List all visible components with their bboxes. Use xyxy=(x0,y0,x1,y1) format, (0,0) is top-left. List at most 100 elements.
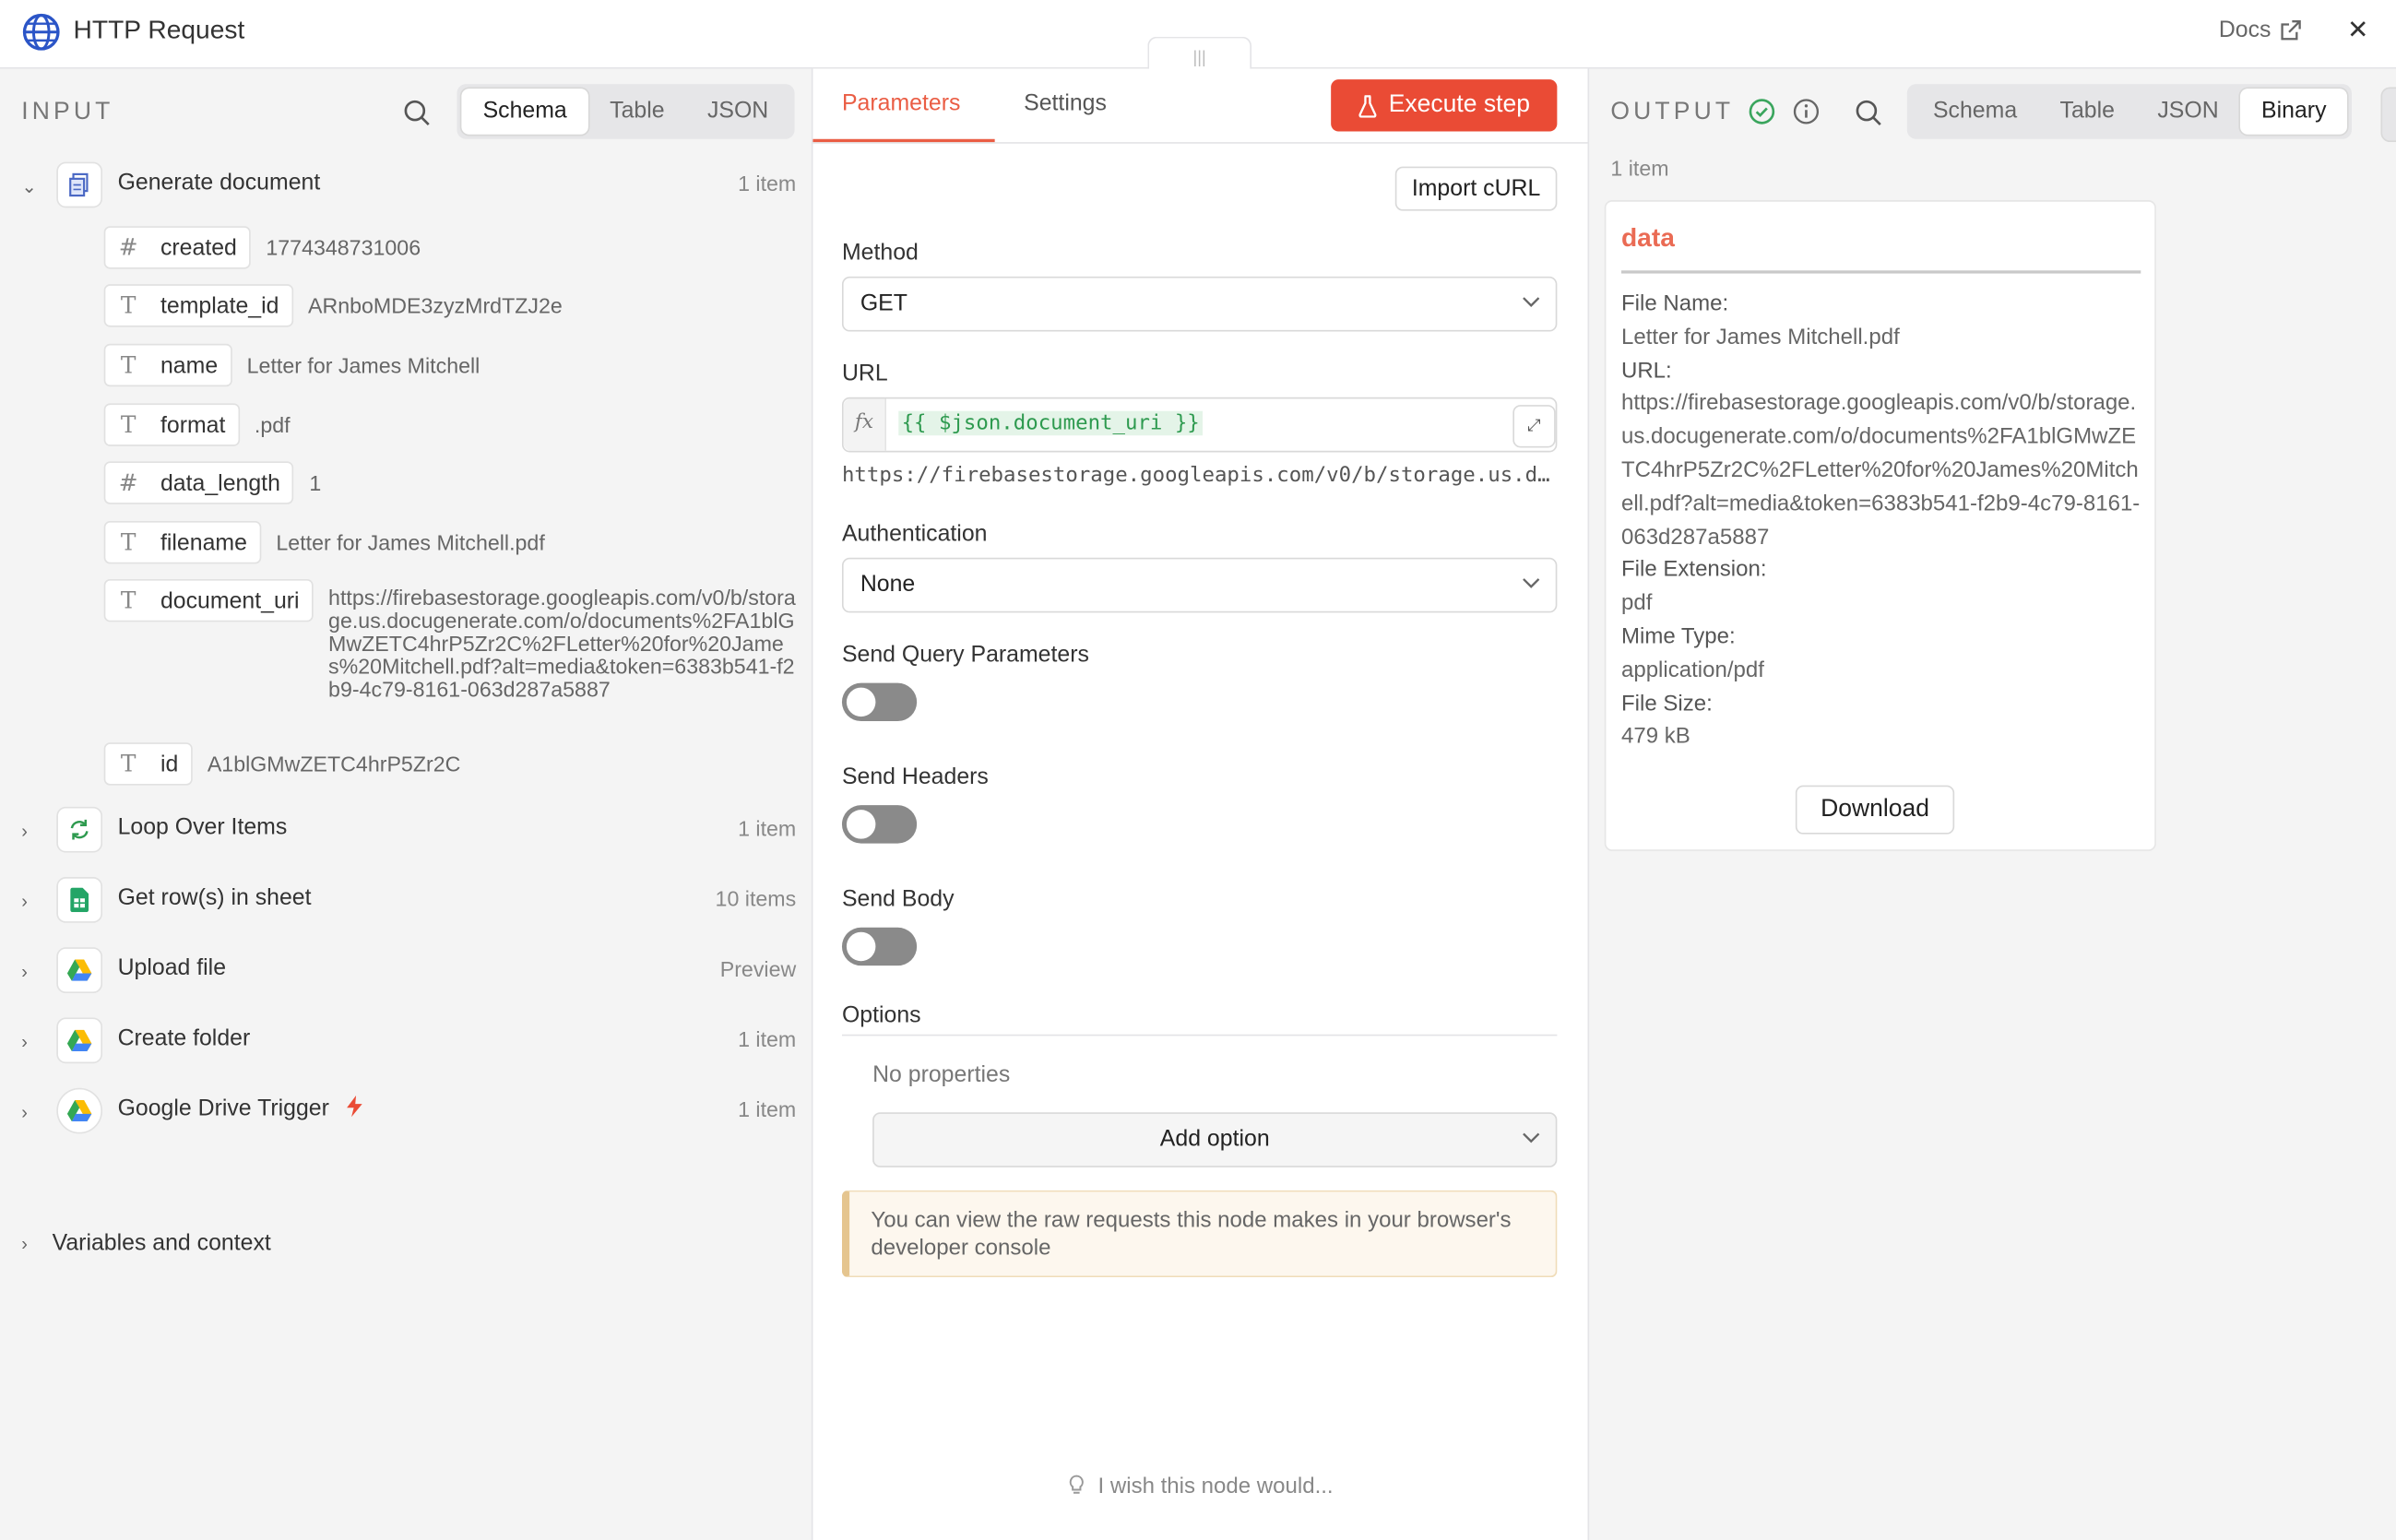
text-type-icon: T xyxy=(120,351,136,379)
field-name: id xyxy=(160,751,179,777)
node-item-count: Preview xyxy=(719,956,797,981)
field-value: ARnboMDE3zyzMrdTZJ2e xyxy=(307,293,563,318)
node-label: Generate document xyxy=(117,169,321,196)
google-drive-icon xyxy=(56,1087,103,1134)
file-size-label: File Size: xyxy=(1620,691,1713,717)
input-view-schema[interactable]: Schema xyxy=(461,89,588,135)
download-button[interactable]: Download xyxy=(1795,785,1955,835)
google-drive-icon xyxy=(56,1017,103,1064)
more-options-stub[interactable] xyxy=(2380,87,2396,143)
output-item-count: 1 item xyxy=(1610,156,1669,181)
input-view-table[interactable]: Table xyxy=(588,89,686,135)
chevron-right-icon[interactable]: › xyxy=(21,961,40,982)
method-select[interactable]: GET xyxy=(841,276,1558,332)
output-view-table[interactable]: Table xyxy=(2038,89,2136,135)
field-value: https://firebasestorage.googleapis.com/v… xyxy=(328,585,796,702)
schema-field-id[interactable]: Tid A1blGMwZETC4hrP5Zr2C xyxy=(103,742,461,786)
output-view-schema[interactable]: Schema xyxy=(1912,89,2039,135)
output-panel-label: OUTPUT xyxy=(1610,99,1735,125)
schema-field-name[interactable]: Tname Letter for James Mitchell xyxy=(103,343,480,387)
input-view-json[interactable]: JSON xyxy=(686,89,790,135)
docs-link[interactable]: Docs xyxy=(2219,17,2302,42)
input-node-get-rows-in-sheet[interactable]: › Get row(s) in sheet 10 items xyxy=(0,872,813,933)
method-label: Method xyxy=(841,240,919,267)
google-drive-icon xyxy=(56,947,103,993)
schema-field-document-uri[interactable]: Tdocument_uri https://firebasestorage.go… xyxy=(103,578,796,702)
feedback-link[interactable]: I wish this node would... xyxy=(813,1475,1587,1499)
input-node-create-folder[interactable]: › Create folder 1 item xyxy=(0,1013,813,1074)
chevron-down-icon xyxy=(1523,1132,1540,1143)
field-name: document_uri xyxy=(160,587,300,614)
expand-editor-icon[interactable]: ⤢ xyxy=(1512,405,1556,448)
text-type-icon: T xyxy=(120,291,136,320)
chevron-down-icon xyxy=(1523,297,1540,308)
document-icon xyxy=(56,161,103,208)
chevron-right-icon[interactable]: › xyxy=(21,821,40,842)
input-panel-label: INPUT xyxy=(21,99,114,125)
close-button[interactable]: ✕ xyxy=(2347,16,2369,46)
search-icon[interactable] xyxy=(403,100,431,127)
schema-field-format[interactable]: Tformat .pdf xyxy=(103,403,291,446)
chevron-right-icon[interactable]: › xyxy=(21,1102,40,1123)
developer-console-notice: You can view the raw requests this node … xyxy=(841,1190,1558,1278)
info-icon[interactable] xyxy=(1793,98,1821,125)
chevron-right-icon[interactable]: › xyxy=(21,891,40,912)
file-name-label: File Name: xyxy=(1620,291,1729,316)
field-name: format xyxy=(160,411,226,438)
file-extension-label: File Extension: xyxy=(1620,558,1767,583)
field-name: data_length xyxy=(160,469,280,496)
external-link-icon xyxy=(2281,19,2302,40)
check-circle-icon xyxy=(1749,99,1775,124)
send-body-label: Send Body xyxy=(841,886,955,913)
number-type-icon: # xyxy=(118,233,138,262)
field-value: 1 xyxy=(309,470,322,495)
schema-field-created[interactable]: # created 1774348731006 xyxy=(103,226,421,269)
field-value: A1blGMwZETC4hrP5Zr2C xyxy=(207,752,461,776)
text-type-icon: T xyxy=(120,750,136,778)
chevron-down-icon[interactable]: ⌄ xyxy=(21,176,40,197)
node-label: Upload file xyxy=(117,954,227,981)
add-option-button[interactable]: Add option xyxy=(872,1112,1558,1167)
input-node-upload-file[interactable]: › Upload file Preview xyxy=(0,942,813,1003)
url-expression: {{ $json.document_uri }} xyxy=(898,410,1204,436)
authentication-select[interactable]: None xyxy=(841,557,1558,613)
bolt-icon xyxy=(346,1095,362,1118)
node-item-count: 1 item xyxy=(738,1026,797,1051)
variables-label: Variables and context xyxy=(52,1229,271,1256)
import-curl-button[interactable]: Import cURL xyxy=(1394,166,1558,211)
execute-step-button[interactable]: Execute step xyxy=(1331,79,1558,132)
file-name-value: Letter for James Mitchell.pdf xyxy=(1620,325,1900,350)
node-item-count: 1 item xyxy=(738,1096,797,1122)
send-query-toggle[interactable] xyxy=(841,682,918,722)
chevron-right-icon[interactable]: › xyxy=(21,1031,40,1052)
tab-parameters[interactable]: Parameters xyxy=(842,90,960,116)
node-label: Get row(s) in sheet xyxy=(117,884,312,911)
input-node-generate-document[interactable]: ⌄ Generate document 1 item xyxy=(0,158,813,219)
output-view-binary[interactable]: Binary xyxy=(2239,89,2348,135)
binary-data-card: data File Name: Letter for James Mitchel… xyxy=(1604,200,2156,851)
tab-settings[interactable]: Settings xyxy=(1024,90,1107,116)
search-icon[interactable] xyxy=(1855,100,1882,127)
node-title[interactable]: HTTP Request xyxy=(74,16,245,46)
input-view-switcher: Schema Table JSON xyxy=(457,84,795,139)
mime-type-label: Mime Type: xyxy=(1620,624,1736,650)
schema-field-data-length[interactable]: # data_length 1 xyxy=(103,461,322,504)
input-node-loop-over-items[interactable]: › Loop Over Items 1 item xyxy=(0,802,813,863)
input-node-google-drive-trigger[interactable]: › Google Drive Trigger 1 item xyxy=(0,1084,813,1144)
node-label: Loop Over Items xyxy=(117,814,288,841)
send-headers-toggle[interactable] xyxy=(841,805,918,844)
node-item-count: 1 item xyxy=(738,171,797,196)
send-body-toggle[interactable] xyxy=(841,927,918,966)
variables-and-context[interactable]: › Variables and context xyxy=(21,1230,271,1256)
output-view-json[interactable]: JSON xyxy=(2136,89,2240,135)
feedback-label: I wish this node would... xyxy=(1097,1474,1334,1499)
url-expression-input[interactable]: fx {{ $json.document_uri }} ⤢ xyxy=(841,397,1558,453)
url-value: https://firebasestorage.googleapis.com/v… xyxy=(1620,391,2141,550)
node-label: Google Drive Trigger xyxy=(118,1095,363,1121)
schema-field-filename[interactable]: Tfilename Letter for James Mitchell.pdf xyxy=(103,521,545,564)
schema-field-template-id[interactable]: Ttemplate_id ARnboMDE3zyzMrdTZJ2e xyxy=(103,284,563,327)
expression-fx-icon: fx xyxy=(843,398,887,451)
sheets-icon xyxy=(56,877,103,923)
panel-drag-handle[interactable]: ||| xyxy=(1147,36,1252,71)
output-view-switcher: Schema Table JSON Binary xyxy=(1906,84,2353,139)
